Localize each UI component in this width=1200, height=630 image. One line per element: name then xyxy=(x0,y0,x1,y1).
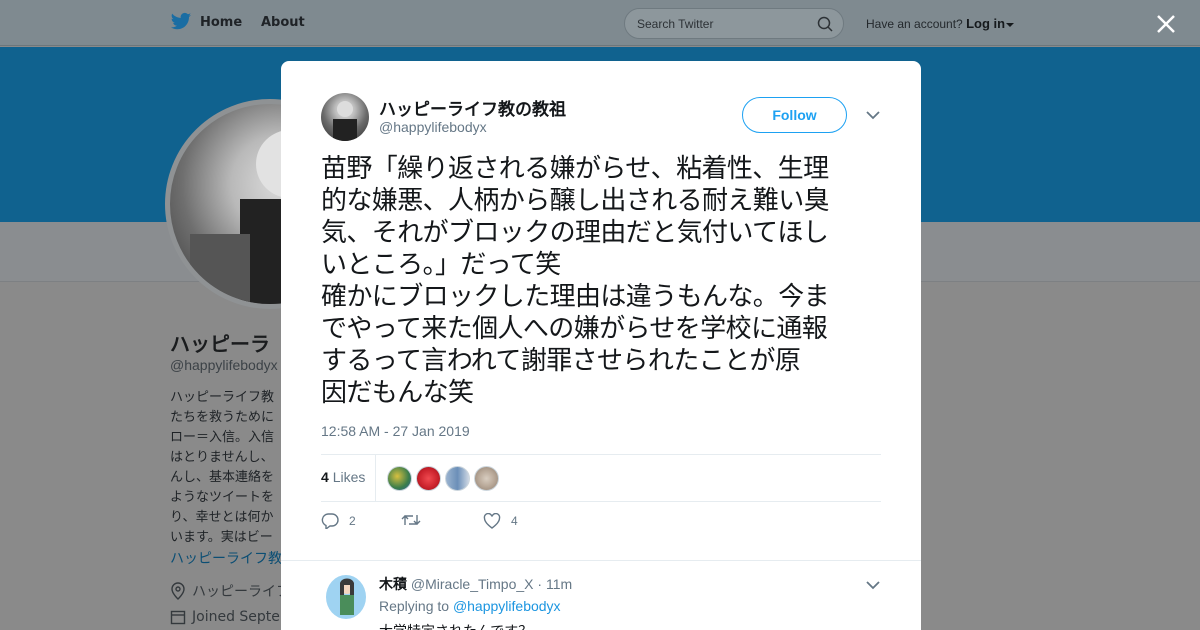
profile-joined: Joined Septen xyxy=(170,609,289,625)
profile-handle[interactable]: @happylifebodyx xyxy=(170,357,278,373)
account-prompt: Have an account? xyxy=(866,17,963,31)
reply-avatar-image xyxy=(340,578,354,615)
heart-icon xyxy=(483,513,501,529)
about-link[interactable]: About xyxy=(261,15,305,30)
reply-author-name[interactable]: 木積 xyxy=(379,576,407,592)
liker-avatar[interactable] xyxy=(416,466,441,491)
profile-bio: ハッピーライフ教 たちを救うために ロー＝入信。入信 はとりませんし、 んし、基… xyxy=(170,390,275,545)
reply-header: 木積 @Miracle_Timpo_X · 11m xyxy=(379,576,573,592)
location-pin-icon xyxy=(171,582,185,600)
joined-text: Joined Septen xyxy=(192,609,289,625)
profile-name: ハッピーラ xyxy=(170,332,270,356)
likes-label: Likes xyxy=(332,469,366,485)
liker-avatar[interactable] xyxy=(474,466,499,491)
tweet-modal: ハッピーライフ教の教祖 @happylifebodyx Follow 苗野「繰り… xyxy=(281,61,921,630)
tweet-actions: 2 4 xyxy=(321,513,881,537)
chevron-down-icon[interactable] xyxy=(865,579,881,591)
author-name[interactable]: ハッピーライフ教の教祖 xyxy=(379,95,566,120)
top-nav: Home About Have an account? Log in xyxy=(0,0,1200,46)
login-link[interactable]: Log in xyxy=(966,16,1005,31)
location-text: ハッピーライフ xyxy=(192,584,290,600)
profile-location: ハッピーライフ xyxy=(170,581,290,601)
reply-button[interactable]: 2 xyxy=(321,513,356,529)
likes-stat[interactable]: 4 Likes xyxy=(321,469,365,485)
retweet-icon xyxy=(401,515,421,525)
reply-author-avatar[interactable] xyxy=(326,575,366,619)
liker-avatar[interactable] xyxy=(445,466,470,491)
tweet-stats: 4 Likes xyxy=(321,454,881,502)
replying-to: Replying to @happylifebodyx xyxy=(379,598,561,614)
likes-count: 4 xyxy=(321,469,329,485)
reply-icon xyxy=(321,513,339,529)
twitter-bird-icon xyxy=(170,12,192,30)
like-button[interactable]: 4 xyxy=(483,513,518,529)
liker-avatars xyxy=(387,466,499,491)
reply-tweet[interactable]: 木積 @Miracle_Timpo_X · 11m Replying to @h… xyxy=(281,560,921,630)
reply-time[interactable]: 11m xyxy=(546,576,572,592)
replying-prefix: Replying to xyxy=(379,598,450,614)
tweet-text: 苗野「繰り返される嫌がらせ、粘着性、生理 的な嫌悪、人柄から醸し出される耐え難い… xyxy=(321,154,830,408)
follow-button[interactable]: Follow xyxy=(742,97,847,133)
author-avatar[interactable] xyxy=(321,93,369,141)
replying-to-link[interactable]: @happylifebodyx xyxy=(453,598,561,614)
profile-bio-link[interactable]: ハッピーライフ教 xyxy=(170,548,282,568)
home-label: Home xyxy=(200,14,243,30)
calendar-icon xyxy=(170,610,186,625)
search-box xyxy=(624,8,844,39)
author-portrait xyxy=(333,101,357,141)
liker-avatar[interactable] xyxy=(387,466,412,491)
like-count: 4 xyxy=(511,514,518,528)
author-handle[interactable]: @happylifebodyx xyxy=(379,119,487,135)
search-icon[interactable] xyxy=(817,16,833,32)
retweet-button[interactable] xyxy=(401,513,431,527)
search-input[interactable] xyxy=(637,15,807,33)
close-icon[interactable] xyxy=(1156,14,1176,34)
reply-author-handle[interactable]: @Miracle_Timpo_X xyxy=(411,576,534,592)
account-area: Have an account? Log in xyxy=(866,16,1015,31)
chevron-down-icon[interactable] xyxy=(1006,22,1015,28)
chevron-down-icon[interactable] xyxy=(865,109,881,121)
reply-count: 2 xyxy=(349,514,356,528)
reply-text: 大学特定されたんです？ xyxy=(379,621,532,630)
home-link[interactable]: Home xyxy=(170,12,242,32)
tweet-timestamp[interactable]: 12:58 AM - 27 Jan 2019 xyxy=(321,423,470,439)
stats-divider xyxy=(375,455,376,501)
